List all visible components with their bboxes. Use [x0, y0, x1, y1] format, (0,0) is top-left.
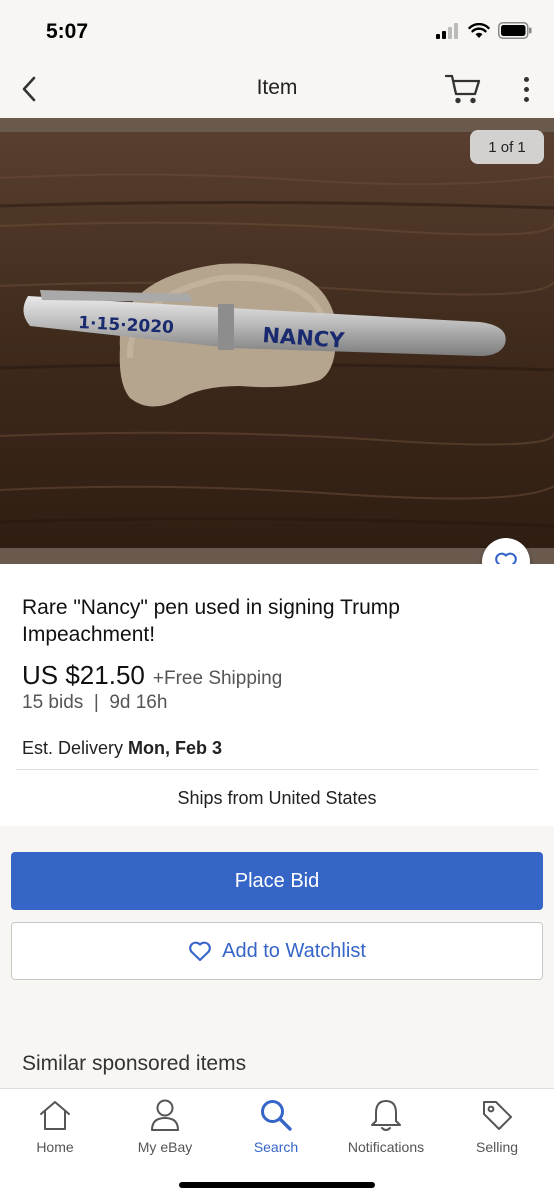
item-title: Rare "Nancy" pen used in signing Trump I…	[22, 596, 400, 646]
tab-selling-label: Selling	[475, 1139, 519, 1155]
battery-icon	[498, 22, 532, 39]
status-time: 5:07	[46, 20, 89, 43]
more-options-button[interactable]	[516, 74, 536, 104]
delivery-date: Mon, Feb 3	[128, 738, 223, 758]
tab-home[interactable]: Home	[0, 1097, 110, 1159]
tab-notifications-label: Notifications	[347, 1139, 425, 1155]
divider	[16, 769, 538, 770]
tag-icon	[483, 1101, 512, 1130]
more-dot-icon	[523, 96, 529, 102]
image-counter: 1 of 1	[470, 130, 544, 164]
tab-notifications[interactable]: Notifications	[331, 1097, 441, 1159]
person-icon	[151, 1099, 179, 1131]
delivery-label: Est. Delivery	[22, 738, 124, 758]
place-bid-button[interactable]: Place Bid	[11, 852, 543, 910]
more-dot-icon	[523, 76, 529, 82]
ships-from: Ships from United States	[177, 788, 377, 808]
search-icon	[261, 1100, 292, 1131]
tab-home-label: Home	[36, 1139, 74, 1155]
tab-my-ebay-label: My eBay	[137, 1139, 193, 1155]
pen-photo-illustration: 1·15·2020 NANCY	[0, 118, 554, 564]
shipping-info: +Free Shipping	[152, 668, 283, 689]
nav-bar: Item	[0, 64, 554, 118]
cart-icon	[444, 74, 481, 104]
status-icons	[436, 22, 532, 39]
add-to-watchlist-label: Add to Watchlist	[222, 939, 366, 962]
wifi-icon	[468, 22, 490, 38]
tab-selling[interactable]: Selling	[442, 1097, 552, 1159]
add-to-watchlist-button[interactable]: Add to Watchlist	[11, 922, 543, 980]
tab-search-label: Search	[253, 1139, 299, 1155]
bell-icon	[371, 1100, 401, 1131]
similar-items-heading: Similar sponsored items	[22, 1052, 247, 1075]
cart-button[interactable]	[444, 72, 482, 106]
more-dot-icon	[523, 86, 529, 92]
product-photo[interactable]: 1·15·2020 NANCY	[0, 118, 554, 564]
home-indicator	[179, 1182, 375, 1188]
price-row: US $21.50 +Free Shipping	[22, 660, 282, 691]
bids-time-left: 15 bids | 9d 16h	[22, 692, 168, 713]
cellular-signal-icon	[436, 22, 458, 39]
item-price: US $21.50	[22, 660, 145, 690]
tab-search[interactable]: Search	[221, 1097, 331, 1159]
home-icon	[40, 1101, 70, 1130]
estimated-delivery: Est. Delivery Mon, Feb 3	[22, 738, 222, 759]
status-bar: 5:07	[0, 0, 554, 64]
tab-my-ebay[interactable]: My eBay	[110, 1097, 220, 1159]
item-details-card: Rare "Nancy" pen used in signing Trump I…	[0, 564, 554, 826]
heart-icon	[189, 941, 211, 962]
